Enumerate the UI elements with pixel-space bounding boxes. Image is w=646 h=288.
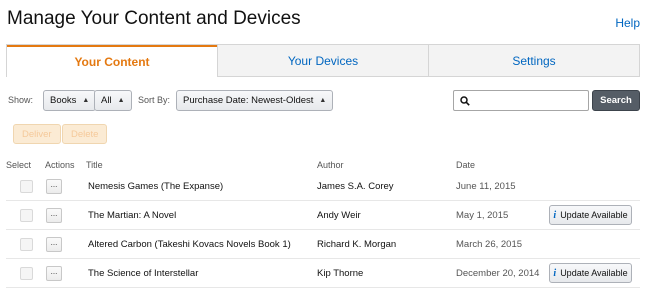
tab-settings[interactable]: Settings xyxy=(428,45,639,77)
search-icon xyxy=(460,95,470,106)
info-icon: i xyxy=(553,209,557,221)
select-arrows-icon: ▲︎ xyxy=(117,97,125,104)
select-arrows-icon: ▲︎ xyxy=(82,97,90,104)
scope-select[interactable]: All ▲︎ xyxy=(94,90,132,111)
tab-bar: Your Content Your Devices Settings xyxy=(6,44,640,77)
sort-value: Purchase Date: Newest-Oldest xyxy=(183,95,314,106)
search-box xyxy=(453,90,589,111)
update-available-label: Update Available xyxy=(560,210,628,220)
row-actions-button[interactable]: ... xyxy=(46,208,62,223)
row-title[interactable]: Altered Carbon (Takeshi Kovacs Novels Bo… xyxy=(88,239,291,250)
row-author: James S.A. Corey xyxy=(317,181,394,192)
header-date: Date xyxy=(456,160,476,170)
show-label: Show: xyxy=(8,95,34,105)
content-type-select[interactable]: Books ▲︎ xyxy=(43,90,97,111)
row-date: May 1, 2015 xyxy=(456,210,509,221)
row-checkbox[interactable] xyxy=(20,180,33,193)
delete-button[interactable]: Delete xyxy=(62,124,108,144)
header-actions: Actions xyxy=(45,160,75,170)
table-row: ... Altered Carbon (Takeshi Kovacs Novels… xyxy=(6,230,640,259)
search-button[interactable]: Search xyxy=(592,90,640,111)
row-title[interactable]: The Science of Interstellar xyxy=(88,268,198,279)
row-author: Richard K. Morgan xyxy=(317,239,397,250)
row-actions-button[interactable]: ... xyxy=(46,179,62,194)
tab-your-devices[interactable]: Your Devices xyxy=(217,45,428,77)
content-type-value: Books xyxy=(50,95,77,106)
row-checkbox[interactable] xyxy=(20,209,33,222)
row-actions-button[interactable]: ... xyxy=(46,237,62,252)
row-date: June 11, 2015 xyxy=(456,181,516,192)
header-title: Title xyxy=(86,160,103,170)
help-link[interactable]: Help xyxy=(615,16,640,30)
header-select: Select xyxy=(6,160,32,170)
row-author: Andy Weir xyxy=(317,210,361,221)
select-arrows-icon: ▲︎ xyxy=(319,97,327,104)
row-author: Kip Thorne xyxy=(317,268,364,279)
info-icon: i xyxy=(553,267,557,279)
page-title: Manage Your Content and Devices xyxy=(7,8,301,29)
update-available-button[interactable]: i Update Available xyxy=(549,263,632,283)
sort-label: Sort By: xyxy=(138,95,171,105)
table-row: ... The Martian: A Novel Andy Weir May 1, 2… xyxy=(6,201,640,230)
row-checkbox[interactable] xyxy=(20,267,33,280)
sort-select[interactable]: Purchase Date: Newest-Oldest ▲︎ xyxy=(176,90,334,111)
tab-your-content[interactable]: Your Content xyxy=(7,45,217,77)
filter-bar: Show: Books ▲︎ All ▲︎ Sort By: Purchase … xyxy=(6,90,640,112)
deliver-button[interactable]: Deliver xyxy=(13,124,61,144)
scope-value: All xyxy=(101,95,112,106)
search-input[interactable] xyxy=(474,94,584,107)
row-date: December 20, 2014 xyxy=(456,268,540,279)
header-author: Author xyxy=(317,160,344,170)
row-title[interactable]: The Martian: A Novel xyxy=(88,210,176,221)
update-available-label: Update Available xyxy=(560,268,628,278)
table-row: ... The Science of Interstellar Kip Thorne… xyxy=(6,259,640,288)
row-date: March 26, 2015 xyxy=(456,239,523,250)
update-available-button[interactable]: i Update Available xyxy=(549,205,632,225)
row-title[interactable]: Nemesis Games (The Expanse) xyxy=(88,181,223,192)
row-actions-button[interactable]: ... xyxy=(46,266,62,281)
row-checkbox[interactable] xyxy=(20,238,33,251)
table-row: ... Nemesis Games (The Expanse) James S.A.… xyxy=(6,172,640,201)
